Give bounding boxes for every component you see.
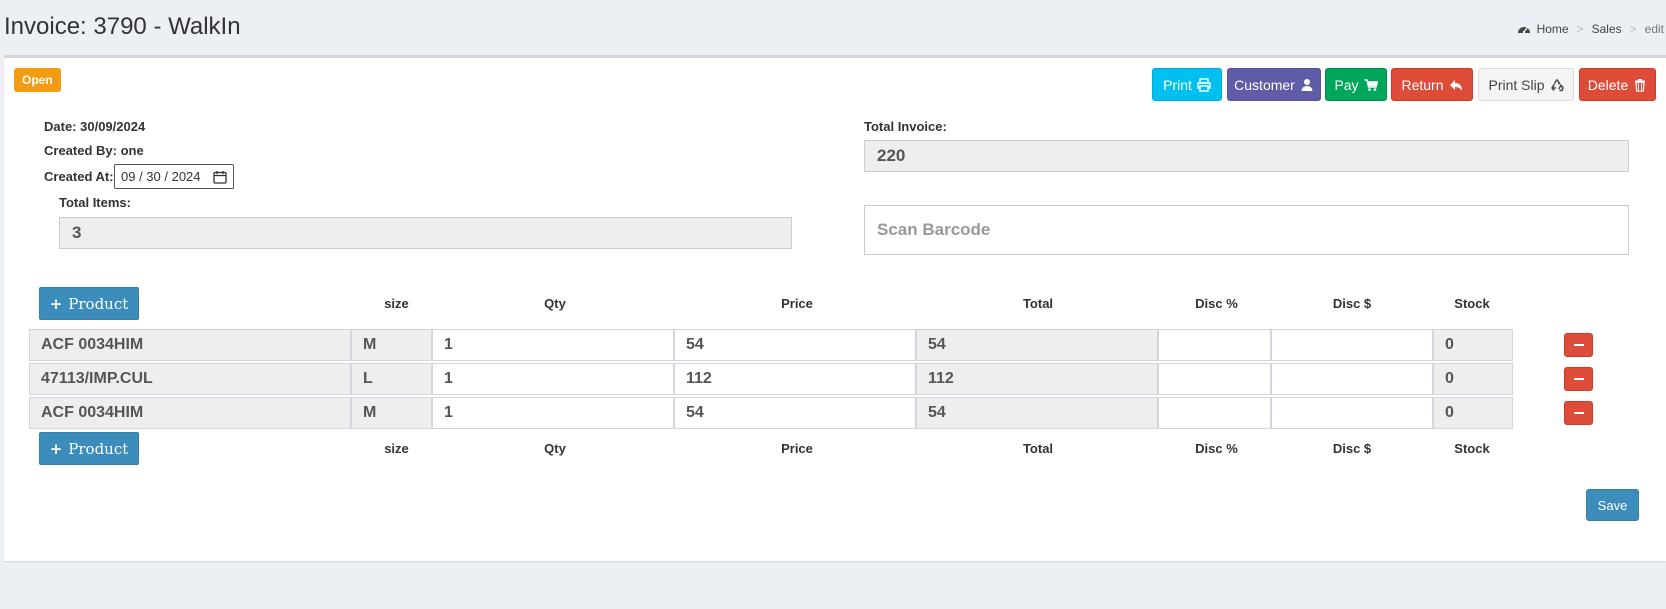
product-cell: ACF 0034HIM bbox=[29, 397, 351, 429]
disc-pct-input[interactable] bbox=[1158, 329, 1271, 361]
remove-row-button[interactable] bbox=[1564, 333, 1593, 357]
column-header-disc-pct: Disc % bbox=[1195, 296, 1238, 311]
qty-input[interactable]: 1 bbox=[432, 397, 674, 429]
recycle-icon bbox=[1550, 78, 1564, 91]
dashboard-icon bbox=[1517, 27, 1530, 34]
print-slip-button-label: Print Slip bbox=[1488, 76, 1545, 93]
column-header-qty: Qty bbox=[544, 441, 566, 456]
product-cell: 47113/IMP.CUL bbox=[29, 363, 351, 395]
add-product-label: Product bbox=[68, 294, 129, 313]
plus-icon: + bbox=[49, 294, 63, 313]
save-button[interactable]: Save bbox=[1586, 489, 1639, 521]
disc-amt-input[interactable] bbox=[1271, 363, 1433, 395]
print-icon bbox=[1197, 77, 1211, 92]
breadcrumb-separator: > bbox=[1629, 22, 1637, 36]
breadcrumb: Home > Sales > edit bbox=[1517, 22, 1664, 36]
product-cell: ACF 0034HIM bbox=[29, 329, 351, 361]
minus-icon bbox=[1573, 378, 1584, 380]
customer-button[interactable]: Customer bbox=[1227, 68, 1321, 101]
size-cell: L bbox=[351, 363, 432, 395]
breadcrumb-current: edit bbox=[1644, 22, 1664, 36]
scan-barcode-input[interactable] bbox=[864, 205, 1629, 255]
customer-button-label: Customer bbox=[1234, 76, 1295, 93]
total-cell: 54 bbox=[916, 329, 1158, 361]
invoice-panel: Open Print Customer Pay Return Print Sli… bbox=[4, 55, 1666, 561]
total-invoice-label: Total Invoice: bbox=[864, 119, 947, 134]
page-header: Invoice: 3790 - WalkIn Home > Sales > ed… bbox=[0, 0, 1666, 54]
disc-amt-input[interactable] bbox=[1271, 397, 1433, 429]
column-header-stock: Stock bbox=[1454, 296, 1490, 311]
disc-pct-input[interactable] bbox=[1158, 397, 1271, 429]
column-header-total: Total bbox=[1022, 441, 1054, 456]
column-header-size: size bbox=[384, 296, 409, 311]
price-input[interactable]: 54 bbox=[674, 397, 916, 429]
created-at-value: 09 / 30 / 2024 bbox=[121, 169, 201, 184]
delete-button-label: Delete bbox=[1587, 76, 1629, 93]
qty-input[interactable]: 1 bbox=[432, 329, 674, 361]
add-product-button[interactable]: + Product bbox=[39, 287, 139, 320]
created-by: Created By: one bbox=[44, 143, 144, 158]
add-product-label: Product bbox=[68, 439, 129, 458]
page-title: Invoice: 3790 - WalkIn bbox=[4, 13, 241, 40]
reply-icon bbox=[1449, 79, 1462, 91]
stock-cell: 0 bbox=[1433, 397, 1513, 429]
size-cell: M bbox=[351, 397, 432, 429]
price-input[interactable]: 112 bbox=[674, 363, 916, 395]
total-items-field: 3 bbox=[59, 217, 792, 249]
column-header-qty: Qty bbox=[544, 296, 566, 311]
column-header-disc-amt: Disc $ bbox=[1332, 296, 1372, 311]
pay-button-label: Pay bbox=[1334, 76, 1359, 93]
trash-icon bbox=[1635, 78, 1646, 92]
print-button[interactable]: Print bbox=[1152, 68, 1222, 101]
delete-button[interactable]: Delete bbox=[1579, 68, 1656, 101]
stock-cell: 0 bbox=[1433, 329, 1513, 361]
created-at-date-input[interactable]: 09 / 30 / 2024 bbox=[114, 164, 234, 189]
plus-icon: + bbox=[49, 439, 63, 458]
add-product-button[interactable]: + Product bbox=[39, 432, 139, 465]
stock-cell: 0 bbox=[1433, 363, 1513, 395]
remove-row-button[interactable] bbox=[1564, 401, 1593, 425]
return-button-label: Return bbox=[1401, 76, 1444, 93]
breadcrumb-home[interactable]: Home bbox=[1537, 22, 1569, 36]
shopping-cart-icon bbox=[1364, 78, 1378, 91]
column-header-disc-pct: Disc % bbox=[1195, 441, 1238, 456]
column-header-total: Total bbox=[1022, 296, 1054, 311]
total-items-label: Total Items: bbox=[59, 195, 131, 210]
column-header-price: Price bbox=[781, 441, 813, 456]
total-cell: 54 bbox=[916, 397, 1158, 429]
status-badge: Open bbox=[14, 68, 61, 92]
minus-icon bbox=[1573, 412, 1584, 414]
print-slip-button[interactable]: Print Slip bbox=[1478, 68, 1574, 101]
price-input[interactable]: 54 bbox=[674, 329, 916, 361]
size-cell: M bbox=[351, 329, 432, 361]
disc-pct-input[interactable] bbox=[1158, 363, 1271, 395]
column-header-stock: Stock bbox=[1454, 441, 1490, 456]
pay-button[interactable]: Pay bbox=[1325, 68, 1387, 101]
total-invoice-field: 220 bbox=[864, 140, 1629, 172]
minus-icon bbox=[1573, 344, 1584, 346]
total-cell: 112 bbox=[916, 363, 1158, 395]
invoice-date: Date: 30/09/2024 bbox=[44, 119, 146, 134]
return-button[interactable]: Return bbox=[1391, 68, 1473, 101]
column-header-price: Price bbox=[781, 296, 813, 311]
print-button-label: Print bbox=[1163, 76, 1192, 93]
remove-row-button[interactable] bbox=[1564, 367, 1593, 391]
disc-amt-input[interactable] bbox=[1271, 329, 1433, 361]
calendar-icon[interactable] bbox=[213, 170, 227, 184]
user-icon bbox=[1301, 78, 1313, 91]
qty-input[interactable]: 1 bbox=[432, 363, 674, 395]
breadcrumb-sales[interactable]: Sales bbox=[1592, 22, 1622, 36]
created-at-label: Created At: bbox=[44, 169, 114, 184]
column-header-size: size bbox=[384, 441, 409, 456]
column-header-disc-amt: Disc $ bbox=[1332, 441, 1372, 456]
breadcrumb-separator: > bbox=[1576, 22, 1584, 36]
